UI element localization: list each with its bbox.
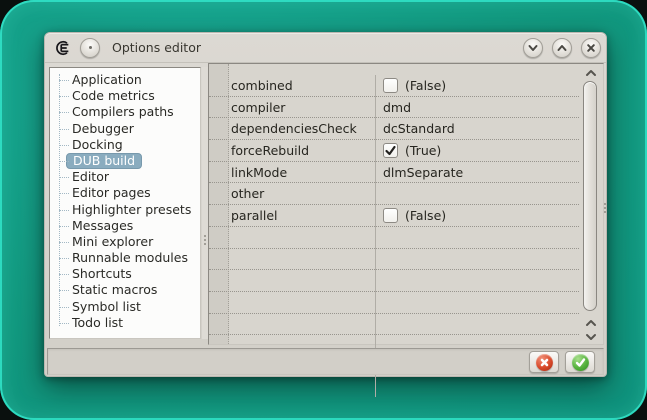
tree-item-docking[interactable]: Docking	[50, 137, 200, 153]
minimize-button[interactable]	[523, 37, 543, 58]
menu-dot-icon	[88, 46, 92, 49]
property-row-dependenciescheck: dependenciesCheck dcStandard	[209, 118, 579, 141]
grid-empty-row	[209, 270, 579, 292]
tree-item-compilers-paths[interactable]: Compilers paths	[50, 104, 200, 120]
tree-item-symbol-list[interactable]: Symbol list	[50, 299, 200, 315]
property-value[interactable]: dcStandard	[375, 121, 579, 136]
checkbox-unchecked-icon[interactable]	[383, 77, 398, 93]
tree-item-shortcuts[interactable]: Shortcuts	[50, 266, 200, 282]
tree-item-editor-pages[interactable]: Editor pages	[50, 185, 200, 201]
footer-bar	[47, 348, 604, 375]
grid-empty-row	[209, 249, 579, 271]
property-row-compiler: compiler dmd	[209, 97, 579, 119]
chevron-down-icon	[585, 333, 596, 340]
property-name[interactable]: dependenciesCheck	[209, 121, 375, 136]
splitter-grip-icon	[204, 235, 206, 247]
scrollbar-up-button[interactable]	[580, 66, 601, 79]
checkbox-state-label: (False)	[405, 77, 447, 93]
tree-item-mini-explorer[interactable]: Mini explorer	[50, 234, 200, 250]
tree-item-todo-list[interactable]: Todo list	[50, 315, 200, 331]
checkbox-checked-icon[interactable]	[383, 142, 398, 158]
property-value[interactable]: dmd	[375, 100, 579, 115]
chevron-down-icon	[528, 44, 538, 51]
category-tree: Application Code metrics Compilers paths…	[49, 67, 201, 339]
scrollbar-thumb[interactable]	[583, 81, 597, 311]
close-icon	[587, 43, 595, 52]
titlebar[interactable]: Options editor	[45, 33, 606, 63]
coedit-logo-icon	[56, 40, 69, 55]
tree-item-static-macros[interactable]: Static macros	[50, 282, 200, 298]
cancel-icon	[535, 353, 553, 371]
window-menu-button[interactable]	[80, 37, 100, 58]
property-name[interactable]: parallel	[209, 208, 375, 223]
property-row-combined: combined (False)	[209, 75, 579, 97]
property-row-other: other	[209, 183, 579, 206]
property-row-linkmode: linkMode dlmSeparate	[209, 162, 579, 184]
maximize-button[interactable]	[552, 37, 572, 58]
tree-item-runnable-modules[interactable]: Runnable modules	[50, 250, 200, 266]
ok-icon	[571, 353, 589, 371]
checkbox-unchecked-icon[interactable]	[383, 207, 398, 223]
property-value[interactable]: (False)	[375, 77, 579, 93]
checkbox-state-label: (True)	[405, 142, 442, 158]
tree-item-code-metrics[interactable]: Code metrics	[50, 88, 200, 104]
tree-item-messages[interactable]: Messages	[50, 218, 200, 234]
property-value[interactable]: (False)	[375, 207, 579, 223]
vertical-scrollbar[interactable]	[580, 66, 601, 343]
property-value[interactable]: (True)	[375, 142, 579, 158]
tree-item-debugger[interactable]: Debugger	[50, 121, 200, 137]
chevron-up-icon	[585, 69, 596, 76]
window-title: Options editor	[112, 40, 201, 55]
property-name[interactable]: other	[209, 186, 375, 201]
property-name[interactable]: compiler	[209, 100, 375, 115]
tree-item-dub-build[interactable]: DUB build	[50, 152, 200, 169]
property-name[interactable]: forceRebuild	[209, 143, 375, 158]
property-value[interactable]: dlmSeparate	[375, 165, 579, 180]
options-editor-window: Options editor Application Code metrics …	[44, 32, 607, 397]
property-row-parallel: parallel (False)	[209, 205, 579, 227]
checkbox-state-label: (False)	[405, 207, 447, 223]
grid-empty-row	[209, 314, 579, 336]
chevron-up-icon	[585, 319, 596, 326]
close-button[interactable]	[581, 37, 601, 58]
tree-item-application[interactable]: Application	[50, 72, 200, 88]
grid-empty-row	[209, 227, 579, 249]
property-name[interactable]: linkMode	[209, 165, 375, 180]
scrollbar-up-button-bottom[interactable]	[580, 316, 601, 329]
scrollbar-down-button[interactable]	[580, 330, 601, 343]
chevron-up-icon	[557, 44, 567, 51]
ok-button[interactable]	[565, 351, 595, 373]
grid-empty-row	[209, 292, 579, 314]
tree-item-highlighter-presets[interactable]: Highlighter presets	[50, 202, 200, 218]
property-name[interactable]: combined	[209, 78, 375, 93]
property-row-forcerebuild: forceRebuild (True)	[209, 140, 579, 162]
cancel-button[interactable]	[529, 351, 559, 373]
property-grid: combined (False) compiler dmd dependenci…	[208, 63, 604, 397]
panel-grip-icon	[604, 203, 606, 215]
tree-item-editor[interactable]: Editor	[50, 169, 200, 185]
